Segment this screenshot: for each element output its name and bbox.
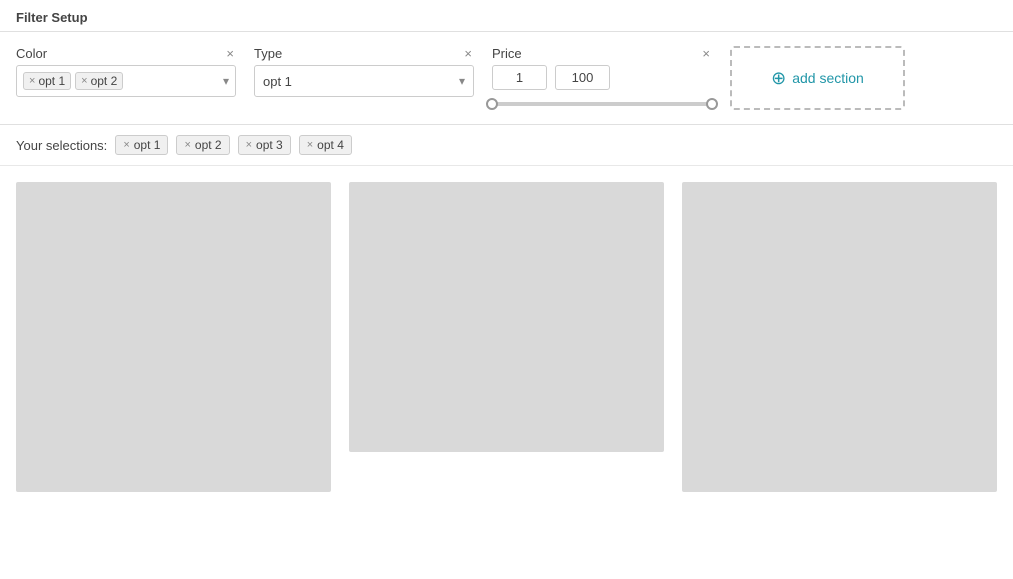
selection-tag-opt4: × opt 4 [299,135,352,155]
price-slider-thumb-min[interactable] [486,98,498,110]
selection-tag-opt3-label: opt 3 [256,138,283,152]
price-min-input[interactable] [492,65,547,90]
type-filter-input[interactable]: opt 1 ▾ [254,65,474,97]
price-slider-container [492,98,712,110]
price-filter-label: Price [492,46,522,61]
color-tag-opt1-remove[interactable]: × [29,75,35,87]
selection-tag-opt2: × opt 2 [176,135,229,155]
type-filter-value: opt 1 [263,74,292,89]
color-tag-opt2: × opt 2 [75,72,123,90]
price-slider-track [492,102,712,106]
type-filter-arrow: ▾ [459,74,465,88]
color-filter-section: Color × × opt 1 × opt 2 ▾ [16,46,236,97]
color-filter-label-row: Color × [16,46,236,61]
color-filter-input[interactable]: × opt 1 × opt 2 ▾ [16,65,236,97]
price-max-input[interactable] [555,65,610,90]
type-filter-section: Type × opt 1 ▾ [254,46,474,97]
selection-tag-opt1: × opt 1 [115,135,168,155]
content-grid [0,166,1013,508]
color-tag-opt1-label: opt 1 [38,74,65,88]
price-inputs-row [492,65,712,90]
price-filter-label-row: Price × [492,46,712,61]
add-section-icon: ⊕ [771,68,786,89]
color-filter-arrow: ▾ [223,74,229,88]
content-card-1 [16,182,331,492]
selection-tag-opt2-label: opt 2 [195,138,222,152]
color-filter-close-button[interactable]: × [224,47,236,60]
selection-tag-opt4-remove[interactable]: × [307,139,313,151]
color-tag-opt2-label: opt 2 [91,74,118,88]
price-slider-fill [492,102,712,106]
selections-row: Your selections: × opt 1 × opt 2 × opt 3… [0,125,1013,166]
selections-label: Your selections: [16,138,107,153]
price-slider-thumb-max[interactable] [706,98,718,110]
add-section-label: add section [792,70,864,86]
type-filter-label: Type [254,46,282,61]
color-filter-label: Color [16,46,47,61]
price-filter-section: Price × [492,46,712,110]
selection-tag-opt1-remove[interactable]: × [123,139,129,151]
selection-tag-opt4-label: opt 4 [317,138,344,152]
content-card-2 [349,182,664,452]
content-card-3 [682,182,997,492]
page-title: Filter Setup [0,0,1013,32]
selection-tag-opt1-label: opt 1 [134,138,161,152]
selection-tag-opt3-remove[interactable]: × [246,139,252,151]
selection-tag-opt3: × opt 3 [238,135,291,155]
price-filter-close-button[interactable]: × [700,47,712,60]
color-tag-opt2-remove[interactable]: × [81,75,87,87]
type-filter-close-button[interactable]: × [462,47,474,60]
type-filter-label-row: Type × [254,46,474,61]
selection-tag-opt2-remove[interactable]: × [184,139,190,151]
add-section-button[interactable]: ⊕ add section [730,46,905,110]
filter-bar: Color × × opt 1 × opt 2 ▾ Type × opt 1 ▾ [0,32,1013,125]
color-tag-opt1: × opt 1 [23,72,71,90]
